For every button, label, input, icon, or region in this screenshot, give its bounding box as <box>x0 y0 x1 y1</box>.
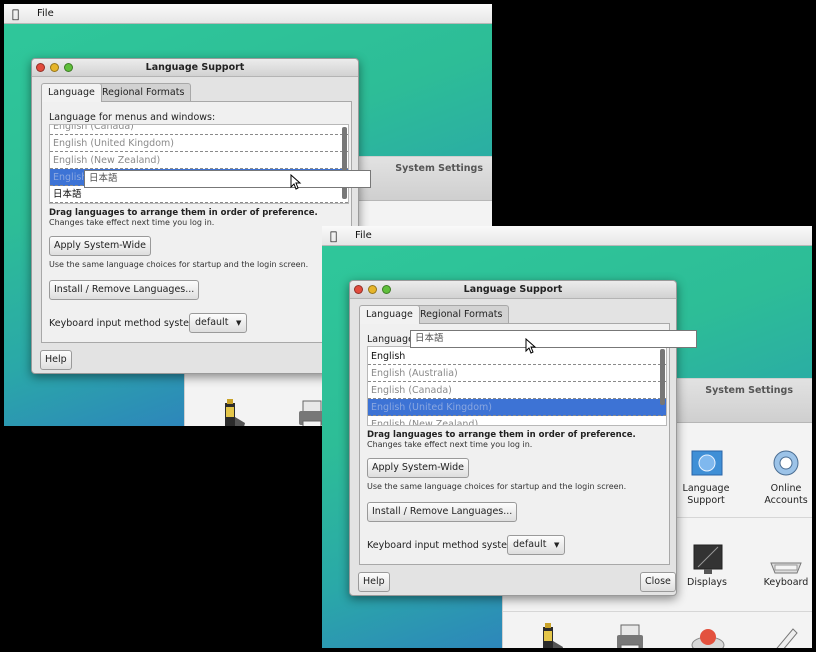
menubar:  File <box>322 226 812 246</box>
list-item[interactable]: English (United Kingdom) <box>50 135 348 152</box>
screenshot-2:  File System Settings Language Support … <box>322 226 812 648</box>
dropdown-arrow-icon: ▼ <box>236 319 242 327</box>
dialog-title: Language Support <box>145 62 245 73</box>
displays-icon[interactable] <box>689 543 727 577</box>
displays-label: Displays <box>687 577 727 588</box>
settings-title: System Settings <box>705 385 793 396</box>
keyboard-input-select[interactable]: default ▼ <box>507 535 566 555</box>
list-scrollbar[interactable] <box>342 127 347 199</box>
dialog-titlebar: Language Support <box>32 59 358 77</box>
menu-file[interactable]: File <box>355 230 372 241</box>
list-item[interactable]: English (Canada) <box>368 382 666 399</box>
list-item-selected[interactable]: English (United Kingdom) <box>368 399 666 416</box>
tab-language[interactable]: Language <box>41 83 102 102</box>
keyboard-input-label: Keyboard input method system: <box>49 318 202 329</box>
help-button[interactable]: Help <box>358 572 390 592</box>
list-scrollbar[interactable] <box>660 349 665 405</box>
hat-icon[interactable] <box>689 623 727 648</box>
list-item[interactable]: 日本語 <box>50 186 348 203</box>
online-accounts-icon[interactable] <box>767 449 805 483</box>
menubar:  File <box>4 4 492 24</box>
language-panel: Language for menus and windows: English … <box>41 101 352 343</box>
flag-icon[interactable] <box>688 447 726 481</box>
changes-hint: Changes take effect next time you log in… <box>367 440 533 449</box>
settings-title: System Settings <box>395 163 483 174</box>
cursor-icon <box>290 174 302 190</box>
pen-icon[interactable] <box>765 623 803 648</box>
dragged-language-item[interactable]: 日本語 <box>84 170 371 188</box>
apply-hint: Use the same language choices for startu… <box>367 482 627 491</box>
apple-icon[interactable]:  <box>330 229 337 243</box>
dragged-language-item[interactable]: 日本語 <box>410 330 697 348</box>
install-remove-languages-button[interactable]: Install / Remove Languages... <box>367 502 518 522</box>
menu-file[interactable]: File <box>37 8 54 19</box>
install-remove-languages-button[interactable]: Install / Remove Languages... <box>49 280 200 300</box>
keyboard-icon[interactable] <box>767 545 805 579</box>
dialog-titlebar: Language Support <box>350 281 676 299</box>
list-item[interactable]: English <box>368 348 666 365</box>
keyboard-label: Keyboard <box>763 577 809 588</box>
language-support-dialog: Language Support Language Regional Forma… <box>31 58 359 374</box>
language-list-label: Language for menus and windows: <box>49 112 216 123</box>
language-support-dialog: Language Support Language Regional Forma… <box>349 280 677 596</box>
cursor-icon <box>525 338 537 354</box>
drag-hint: Drag languages to arrange them in order … <box>49 208 318 218</box>
printer-icon[interactable] <box>611 623 649 648</box>
language-panel: Language English English (Australia) Eng… <box>359 323 670 565</box>
keyboard-input-value: default <box>513 539 547 550</box>
language-support-label: Language Support <box>682 483 730 506</box>
keyboard-input-label: Keyboard input method system: <box>367 540 520 551</box>
language-list[interactable]: English (Canada) English (United Kingdom… <box>49 124 349 204</box>
apply-hint: Use the same language choices for startu… <box>49 260 309 269</box>
help-button[interactable]: Help <box>40 350 72 370</box>
tab-regional-formats[interactable]: Regional Formats <box>95 83 192 101</box>
battery-icon[interactable] <box>213 397 251 426</box>
keyboard-input-value: default <box>195 317 229 328</box>
battery-icon[interactable] <box>531 621 569 648</box>
tab-regional-formats[interactable]: Regional Formats <box>413 305 510 323</box>
list-item[interactable]: English (New Zealand) <box>50 152 348 169</box>
dialog-title: Language Support <box>463 284 563 295</box>
apply-system-wide-button[interactable]: Apply System-Wide <box>367 458 470 478</box>
language-list[interactable]: English English (Australia) English (Can… <box>367 346 667 426</box>
changes-hint: Changes take effect next time you log in… <box>49 218 215 227</box>
dropdown-arrow-icon: ▼ <box>554 541 560 549</box>
apple-icon[interactable]:  <box>12 7 19 21</box>
language-list-label: Language <box>367 334 414 345</box>
list-item[interactable]: English (Canada) <box>50 125 348 135</box>
drag-hint: Drag languages to arrange them in order … <box>367 430 636 440</box>
apply-system-wide-button[interactable]: Apply System-Wide <box>49 236 152 256</box>
list-item[interactable]: English (Australia) <box>368 365 666 382</box>
close-button[interactable]: Close <box>640 572 676 592</box>
list-item[interactable]: English (New Zealand) <box>368 416 666 425</box>
keyboard-input-select[interactable]: default ▼ <box>189 313 248 333</box>
tab-language[interactable]: Language <box>359 305 420 324</box>
section-divider <box>503 611 812 612</box>
online-accounts-label: Online Accounts <box>764 483 808 506</box>
